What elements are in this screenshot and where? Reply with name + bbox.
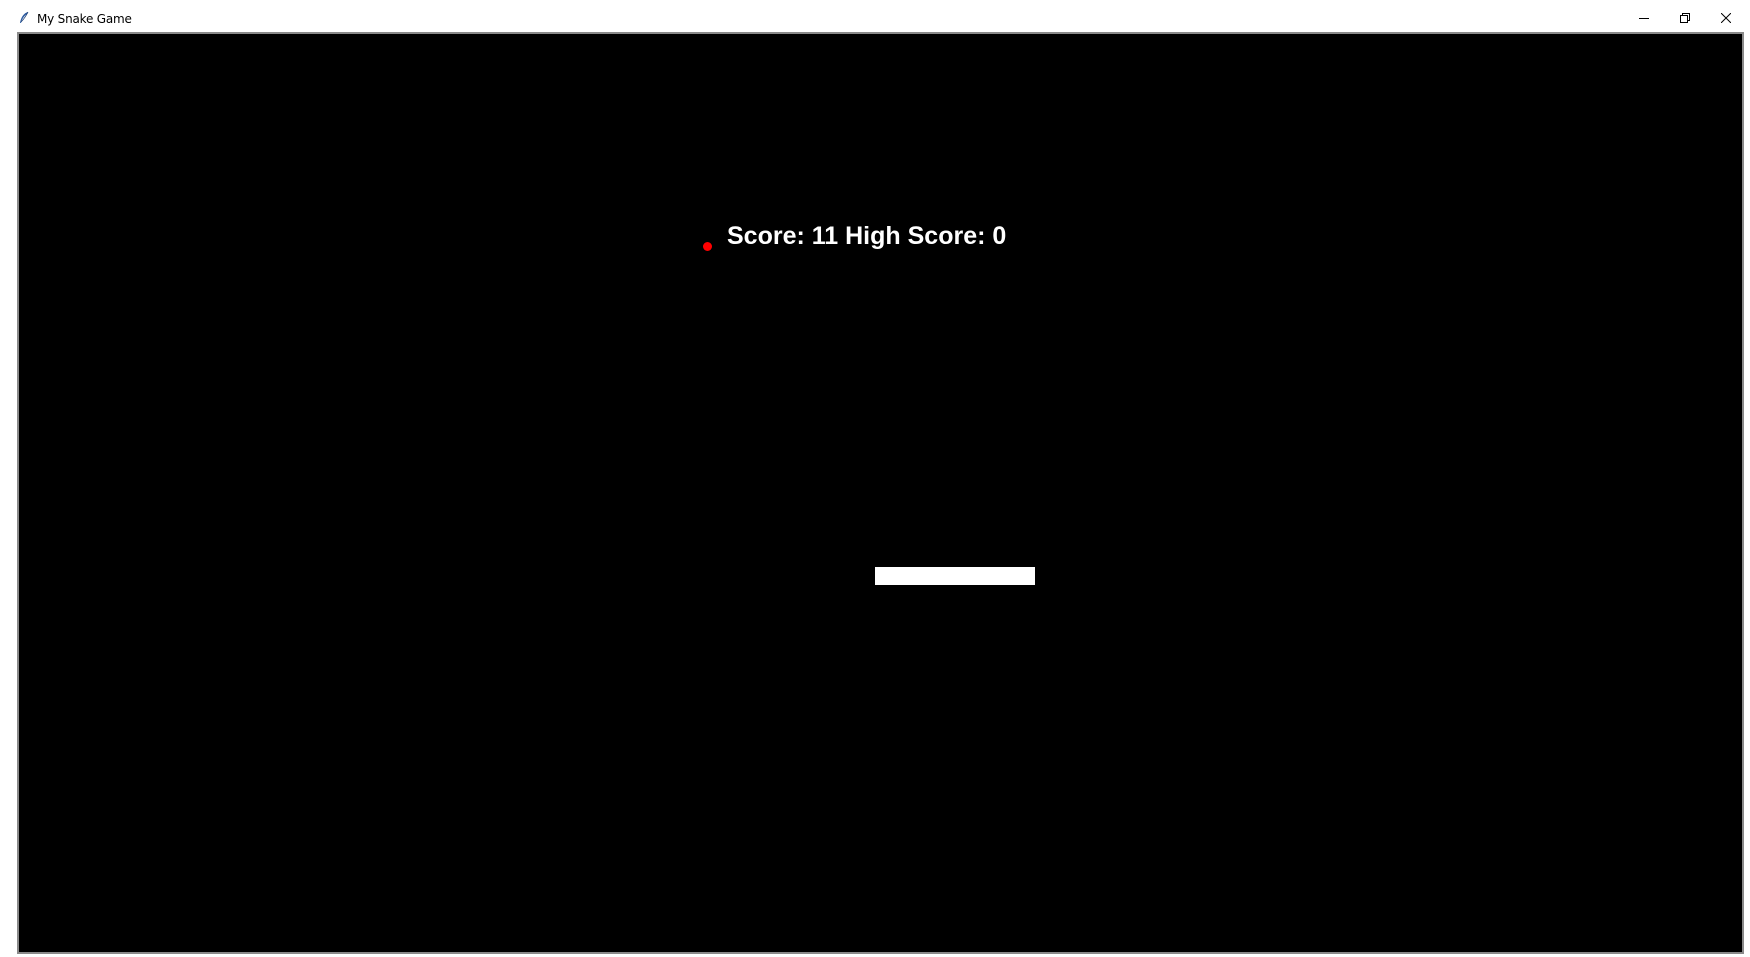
food-pellet [703, 242, 712, 251]
score-display: Score: 11 High Score: 0 [727, 222, 1007, 250]
game-canvas[interactable] [17, 32, 1744, 954]
title-bar[interactable]: My Snake Game [0, 0, 1750, 34]
feather-icon [18, 11, 30, 25]
game-window: My Snake Game Score: 11 High Score: 0 [0, 0, 1750, 957]
minimize-button[interactable] [1626, 6, 1662, 30]
maximize-button[interactable] [1667, 6, 1703, 30]
close-icon [1721, 13, 1731, 23]
window-title: My Snake Game [37, 12, 132, 26]
restore-icon [1680, 13, 1690, 23]
close-button[interactable] [1708, 6, 1744, 30]
minimize-icon [1639, 13, 1649, 23]
snake [875, 567, 1035, 585]
